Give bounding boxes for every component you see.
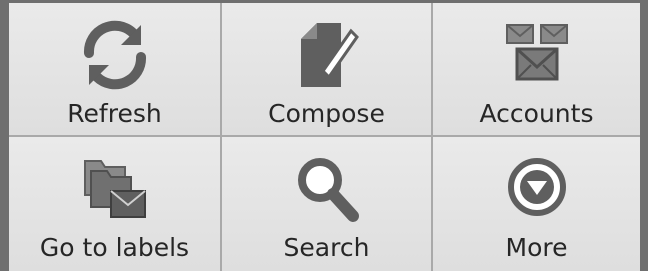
options-menu-frame: Refresh Compose Accounts Go to labels Se… [0, 0, 648, 271]
menu-item-more[interactable]: More [433, 137, 640, 271]
labels-icon [75, 149, 155, 229]
menu-item-label: Accounts [479, 99, 594, 128]
menu-item-label: Refresh [67, 99, 162, 128]
options-menu-grid: Refresh Compose Accounts Go to labels Se… [9, 3, 640, 271]
menu-item-label: Search [283, 233, 370, 262]
refresh-icon [75, 15, 155, 95]
menu-item-refresh[interactable]: Refresh [9, 3, 222, 137]
search-icon [287, 149, 367, 229]
menu-item-label: More [505, 233, 568, 262]
menu-item-compose[interactable]: Compose [222, 3, 433, 137]
menu-item-search[interactable]: Search [222, 137, 433, 271]
more-icon [497, 149, 577, 229]
menu-item-label: Go to labels [39, 233, 190, 262]
menu-item-accounts[interactable]: Accounts [433, 3, 640, 137]
menu-item-go-to-labels[interactable]: Go to labels [9, 137, 222, 271]
compose-icon [287, 15, 367, 95]
accounts-icon [497, 15, 577, 95]
menu-item-label: Compose [268, 99, 385, 128]
